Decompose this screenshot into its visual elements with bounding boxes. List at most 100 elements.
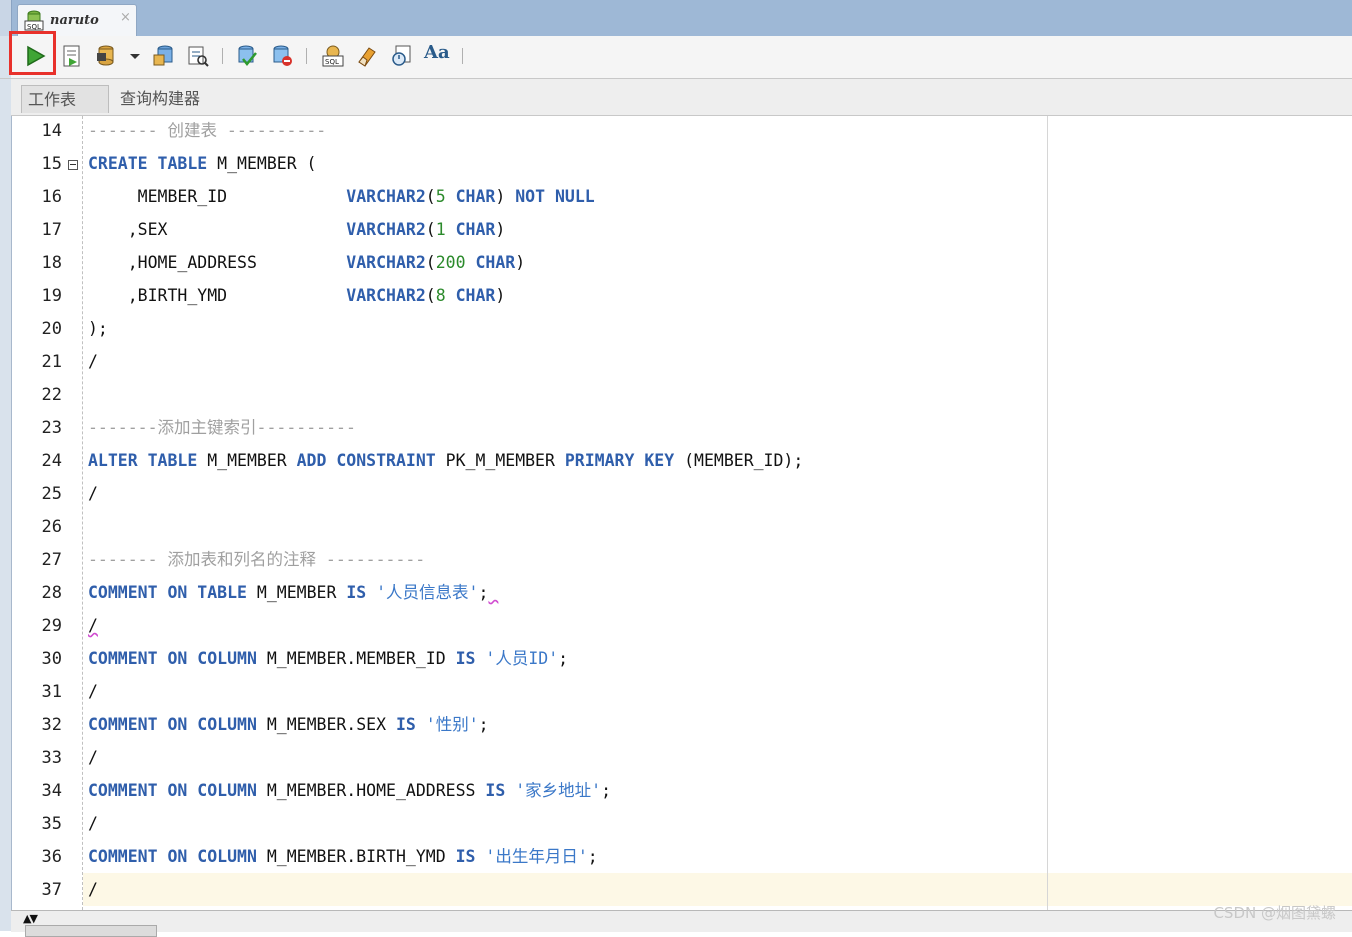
sql-keyword: ON [167, 715, 188, 734]
autotrace-icon[interactable] [235, 44, 259, 68]
sql-keyword: ON [167, 847, 188, 866]
tab-query-builder[interactable]: 查询构建器 [120, 85, 200, 113]
fold-column [65, 116, 83, 910]
code-token: M_MEMBER.MEMBER_ID [256, 649, 456, 668]
line-number: 36 [41, 847, 62, 867]
code-token: ); [88, 319, 108, 338]
code-line: / [88, 809, 98, 842]
line-number: 25 [41, 484, 62, 504]
code-token: (MEMBER_ID); [674, 451, 804, 470]
sql-tuning-icon[interactable] [390, 44, 414, 68]
sql-keyword: NULL [554, 187, 595, 206]
line-number: 34 [41, 781, 62, 801]
run-button-highlight-box [9, 31, 56, 75]
code-line: ); [88, 314, 108, 347]
code-line: COMMENT ON COLUMN M_MEMBER.SEX IS '性别'; [88, 710, 489, 743]
sql-keyword: ON [167, 781, 188, 800]
sql-keyword: COLUMN [197, 715, 257, 734]
bottom-panel-tab[interactable] [25, 925, 157, 937]
code-token: ) [495, 286, 506, 305]
left-side-strip [0, 79, 12, 931]
sql-worksheet-toolbar: SQL Aa [0, 36, 1352, 79]
sql-keyword: KEY [644, 451, 675, 470]
close-icon[interactable]: × [120, 10, 131, 25]
eraser-icon[interactable] [355, 44, 379, 68]
line-number: 20 [41, 319, 62, 339]
sql-keyword: ON [167, 583, 188, 602]
scroll-arrows-icon[interactable]: ▲▼ [23, 912, 38, 925]
code-line: -------添加主键索引---------- [88, 413, 356, 446]
sql-keyword: TABLE [147, 451, 198, 470]
svg-text:SQL: SQL [325, 58, 339, 66]
code-token: ) [515, 253, 526, 272]
sql-comment: ------- 添加表和列名的注释 ---------- [88, 550, 426, 569]
sql-comment: -------添加主键索引---------- [88, 418, 356, 437]
worksheet-subtabs: 工作表 查询构建器 [11, 79, 1352, 116]
code-token: M_MEMBER.BIRTH_YMD [256, 847, 456, 866]
code-line: COMMENT ON COLUMN M_MEMBER.BIRTH_YMD IS … [88, 842, 598, 875]
sql-keyword: COMMENT [88, 649, 158, 668]
sql-keyword: VARCHAR2 [346, 286, 426, 305]
code-token: / [88, 880, 98, 899]
run-script-icon[interactable] [60, 44, 84, 68]
editor-bottom-bar: ▲▼ [11, 910, 1352, 937]
sql-keyword: CREATE [88, 154, 148, 173]
code-token: PK_M_MEMBER [435, 451, 565, 470]
sql-keyword: CONSTRAINT [336, 451, 436, 470]
sql-keyword: COMMENT [88, 583, 158, 602]
commit-icon[interactable] [95, 44, 119, 68]
code-line: / [88, 611, 98, 644]
code-line: / [88, 875, 98, 908]
tab-worksheet[interactable]: 工作表 [21, 85, 109, 113]
line-number: 28 [41, 583, 62, 603]
clear-icon[interactable] [270, 44, 294, 68]
line-number: 31 [41, 682, 62, 702]
line-number: 24 [41, 451, 62, 471]
code-line: ,BIRTH_YMD VARCHAR2(8 CHAR) [88, 281, 506, 314]
code-token: M_MEMBER [197, 451, 297, 470]
code-token: ( [425, 220, 436, 239]
code-token: ,SEX [88, 220, 347, 239]
fold-collapse-icon[interactable] [68, 160, 78, 170]
code-token: / [88, 748, 98, 767]
sql-keyword: IS [455, 847, 476, 866]
code-line: CREATE TABLE M_MEMBER ( [88, 149, 317, 182]
code-line: / [88, 479, 98, 512]
sql-keyword: ADD [296, 451, 327, 470]
code-token: ; [601, 781, 612, 800]
sql-keyword: VARCHAR2 [346, 253, 426, 272]
sql-keyword: COMMENT [88, 715, 158, 734]
code-token: M_MEMBER.SEX [256, 715, 396, 734]
explain-plan-icon[interactable] [186, 44, 210, 68]
line-number: 26 [41, 517, 62, 537]
sql-comment: ------- 创建表 ---------- [88, 121, 327, 140]
case-icon[interactable]: Aa [424, 42, 454, 66]
sql-keyword: IS [395, 715, 416, 734]
code-token: ; [478, 715, 489, 734]
chevron-down-icon[interactable] [128, 44, 142, 68]
sql-connection-icon: SQL [24, 10, 44, 31]
code-line: / [88, 743, 98, 776]
code-line: / [88, 347, 98, 380]
code-token: ; [587, 847, 598, 866]
sql-keyword: IS [485, 781, 506, 800]
sql-history-icon[interactable]: SQL [321, 44, 345, 68]
sql-editor[interactable]: 14 15 16 17 18 19 20 21 22 23 24 25 26 27 28 29 30 31 32 33… [21, 116, 1352, 910]
line-number: 15 [41, 154, 62, 174]
sql-keyword: COMMENT [88, 847, 158, 866]
sql-keyword: CHAR [475, 253, 516, 272]
editor-tab-label: naruto [50, 13, 99, 28]
rollback-icon[interactable] [152, 44, 176, 68]
